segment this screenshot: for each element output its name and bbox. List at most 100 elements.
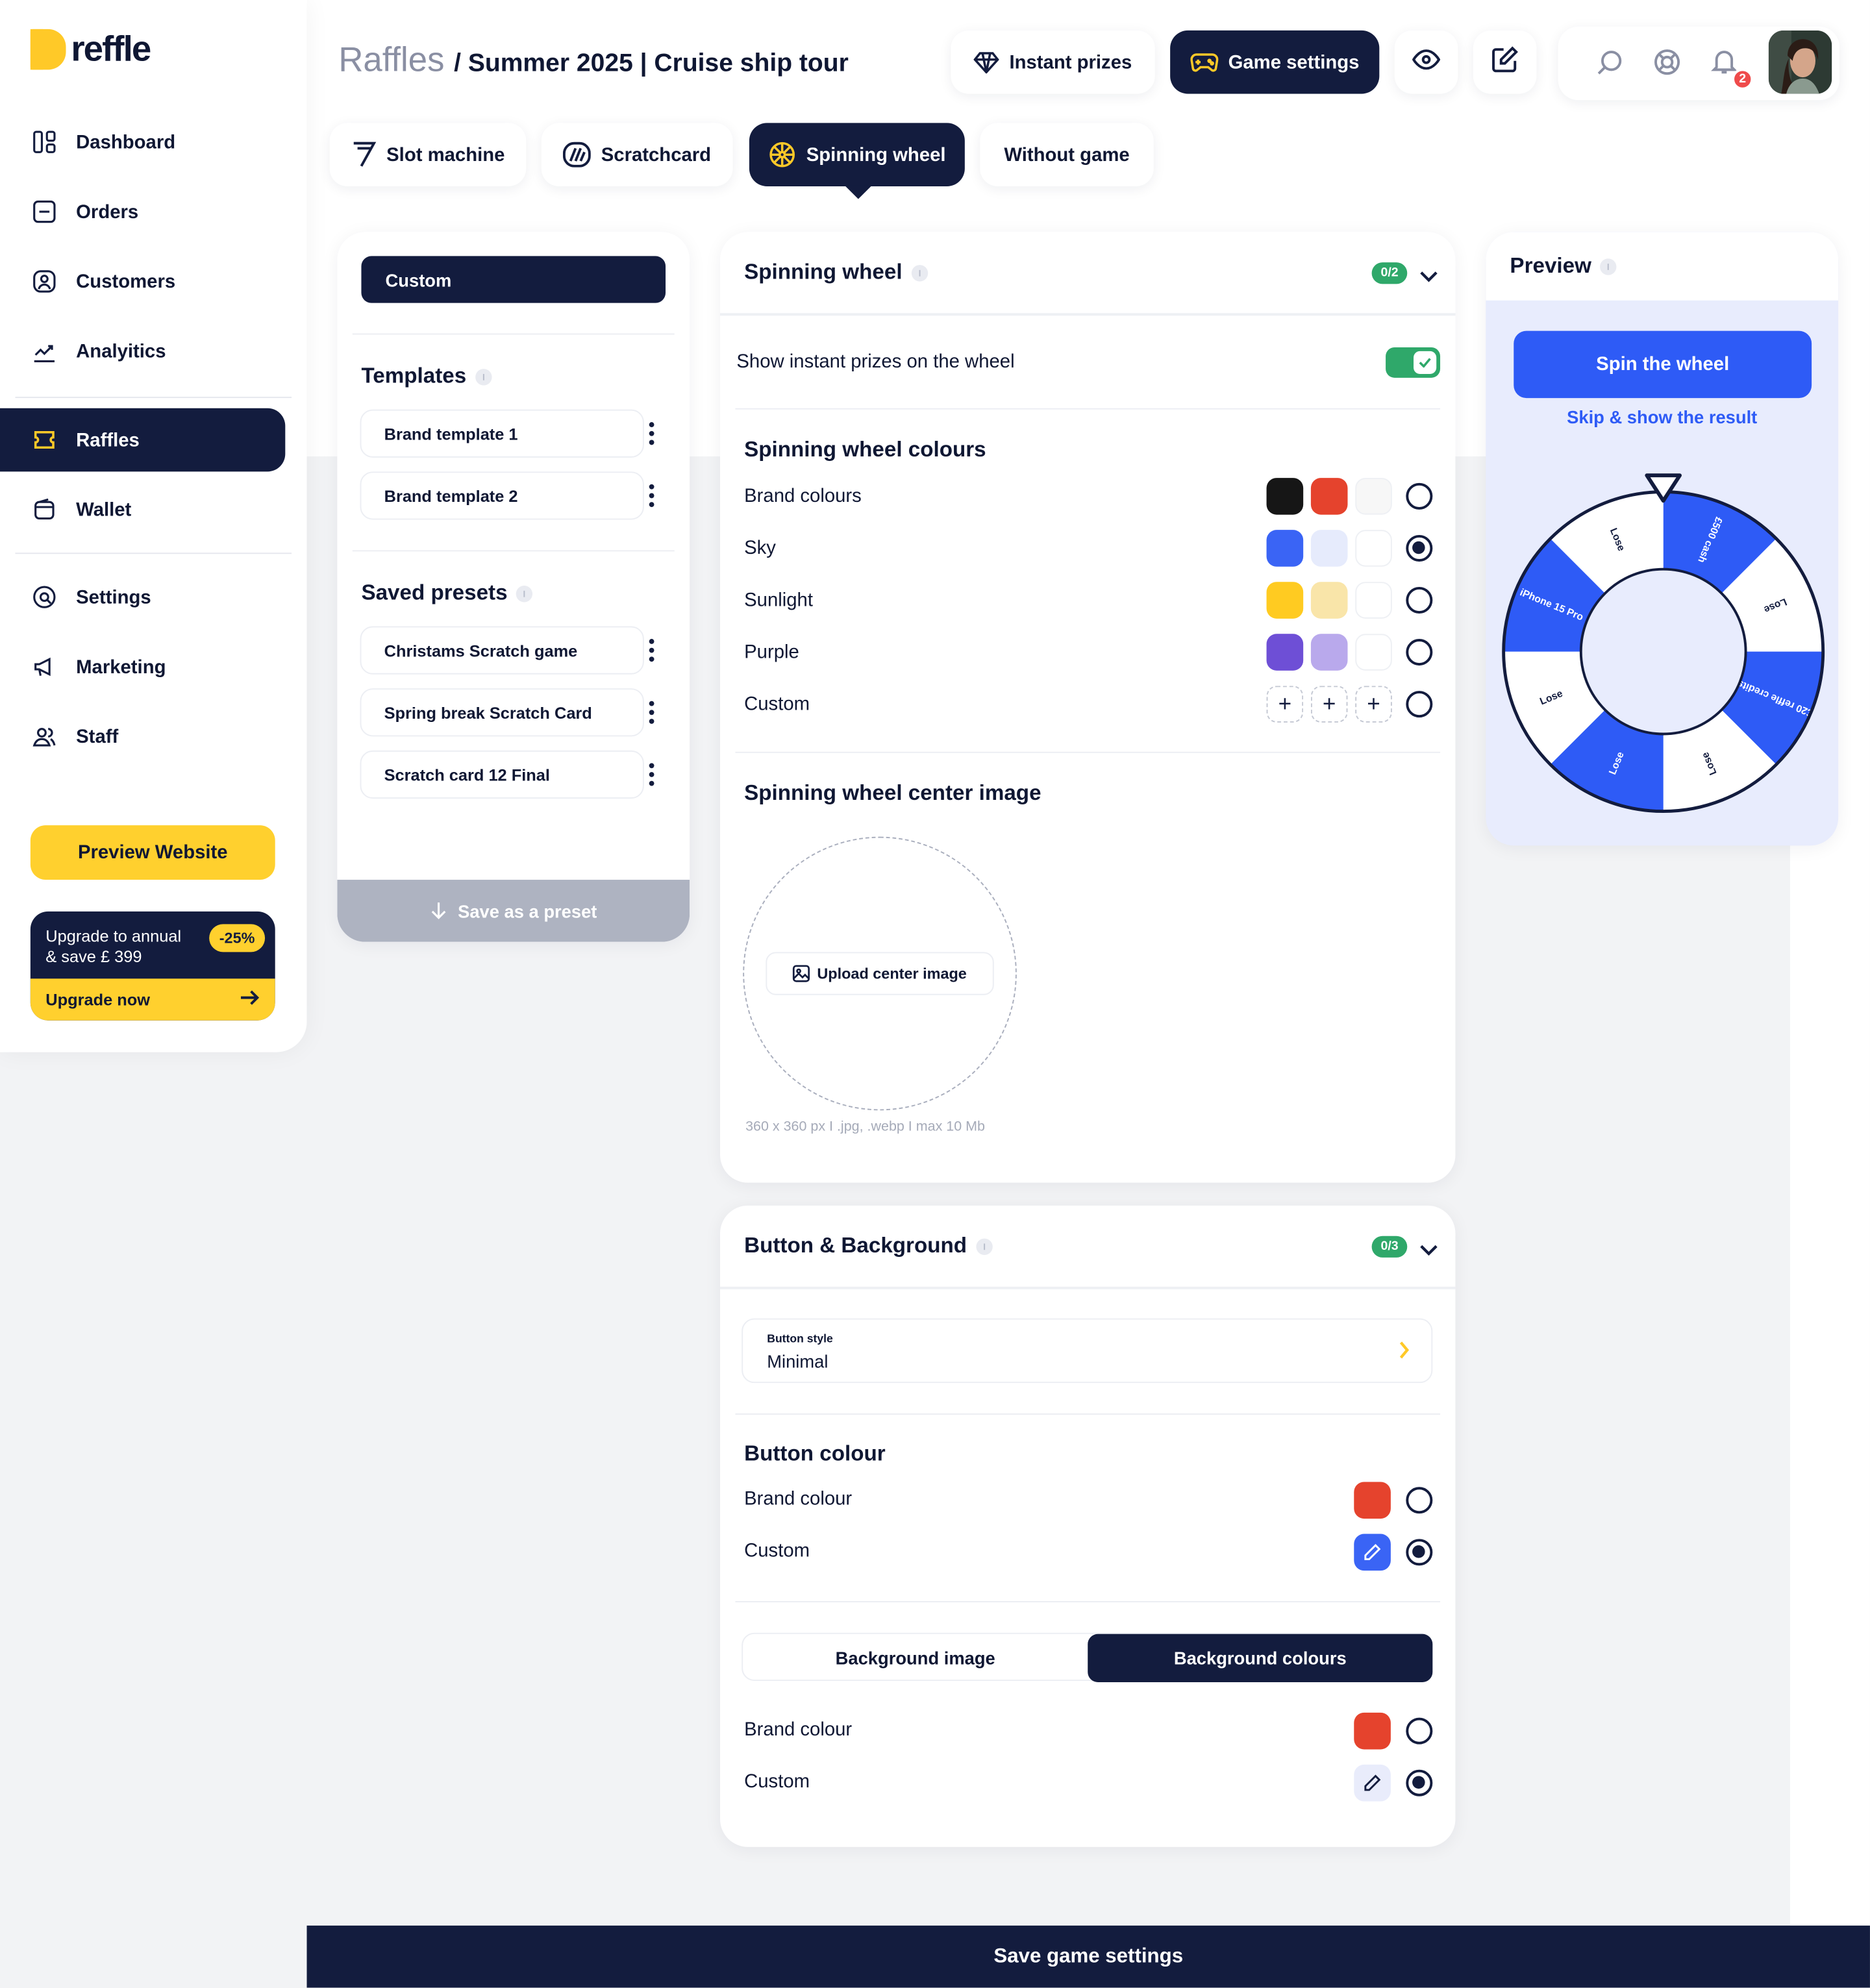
custom-preset-button[interactable]: Custom xyxy=(361,256,666,303)
color-swatch[interactable] xyxy=(1266,530,1304,567)
color-swatch[interactable] xyxy=(1266,634,1304,671)
breadcrumb: Raffles / Summer 2025 | Cruise ship tour xyxy=(338,40,849,80)
saved-presets-title: Saved presets xyxy=(361,580,533,606)
sidebar-item-staff[interactable]: Staff xyxy=(0,705,307,769)
palette-radio[interactable] xyxy=(1406,587,1433,614)
upgrade-now-button[interactable]: Upgrade now xyxy=(30,978,275,1021)
breadcrumb-root[interactable]: Raffles xyxy=(338,40,444,79)
button-background-header[interactable]: Button & Background 0/3 xyxy=(720,1206,1456,1289)
color-swatch[interactable] xyxy=(1266,582,1304,619)
button-custom-colour-radio[interactable] xyxy=(1406,1539,1433,1566)
tab-without-game[interactable]: Without game xyxy=(980,123,1154,187)
card-title: Button & Background xyxy=(744,1233,967,1258)
game-settings-button[interactable]: Game settings xyxy=(1170,30,1380,94)
palette-radio[interactable] xyxy=(1406,639,1433,666)
analytics-icon xyxy=(31,337,58,365)
sidebar-item-analytics[interactable]: Analyitics xyxy=(0,319,307,383)
button-brand-colour-radio[interactable] xyxy=(1406,1487,1433,1514)
color-swatch[interactable] xyxy=(1355,478,1392,515)
sidebar-item-dashboard[interactable]: Dashboard xyxy=(0,110,307,174)
spinning-wheel-preview[interactable]: £500 cashLose£20 reffle creditsLoseLoseL… xyxy=(1501,470,1826,819)
gamepad-icon xyxy=(1190,51,1218,73)
preview-eye-button[interactable] xyxy=(1394,30,1458,94)
info-icon[interactable] xyxy=(475,368,492,385)
spinning-wheel-header[interactable]: Spinning wheel 0/2 xyxy=(720,232,1456,316)
instant-prizes-button[interactable]: Instant prizes xyxy=(951,30,1155,94)
more-vertical-icon[interactable] xyxy=(648,484,656,507)
color-swatch[interactable] xyxy=(1355,582,1392,619)
tab-slot-machine[interactable]: Slot machine xyxy=(329,123,527,187)
plus-icon[interactable]: + xyxy=(1310,686,1348,723)
info-icon[interactable] xyxy=(911,264,928,281)
template-item[interactable]: Brand template 1 xyxy=(360,409,644,458)
plus-icon[interactable]: + xyxy=(1266,686,1304,723)
plus-icon[interactable]: + xyxy=(1355,686,1392,723)
pencil-icon[interactable] xyxy=(1354,1764,1391,1802)
bg-custom-colour-label: Custom xyxy=(744,1771,810,1793)
chevron-down-icon[interactable] xyxy=(1420,1237,1438,1263)
palette-radio[interactable] xyxy=(1406,482,1433,510)
color-swatch[interactable] xyxy=(1354,1712,1391,1750)
button-style-select[interactable]: Button style Minimal xyxy=(742,1318,1433,1384)
help-icon[interactable] xyxy=(1653,48,1681,82)
dashboard-icon xyxy=(31,128,58,156)
upgrade-card: Upgrade to annual & save £ 399 -25% Upgr… xyxy=(30,911,275,1021)
sidebar-item-customers[interactable]: Customers xyxy=(0,250,307,314)
info-icon[interactable] xyxy=(1600,258,1617,275)
tab-spinning-wheel[interactable]: Spinning wheel xyxy=(749,123,965,187)
eye-icon xyxy=(1412,49,1441,75)
card-title: Spinning wheel xyxy=(744,260,903,284)
spin-the-wheel-button[interactable]: Spin the wheel xyxy=(1514,330,1812,399)
sidebar-item-settings[interactable]: Settings xyxy=(0,565,307,629)
sidebar-item-marketing[interactable]: Marketing xyxy=(0,635,307,699)
chevron-down-icon[interactable] xyxy=(1420,264,1438,289)
sidebar-item-label: Analyitics xyxy=(76,340,166,362)
save-game-settings-button[interactable]: Save game settings xyxy=(306,1925,1870,1988)
skip-result-link[interactable]: Skip & show the result xyxy=(1486,407,1838,427)
upgrade-text: Upgrade to annual & save £ 399 xyxy=(45,926,181,967)
more-vertical-icon[interactable] xyxy=(648,763,656,786)
search-icon[interactable] xyxy=(1596,48,1624,82)
saved-preset-item[interactable]: Scratch card 12 Final xyxy=(360,750,644,799)
sidebar-item-raffles[interactable]: Raffles xyxy=(0,408,286,472)
more-vertical-icon[interactable] xyxy=(648,701,656,724)
sidebar-item-wallet[interactable]: Wallet xyxy=(0,478,307,541)
more-vertical-icon[interactable] xyxy=(648,422,656,445)
color-swatch[interactable] xyxy=(1310,634,1348,671)
saved-preset-item[interactable]: Spring break Scratch Card xyxy=(360,688,644,737)
color-swatch[interactable] xyxy=(1355,634,1392,671)
brand-logo[interactable]: reffle xyxy=(30,29,151,70)
sidebar-item-orders[interactable]: Orders xyxy=(0,180,307,243)
settings-icon xyxy=(31,583,58,611)
info-icon[interactable] xyxy=(516,585,533,602)
info-icon[interactable] xyxy=(975,1237,993,1254)
avatar[interactable] xyxy=(1768,30,1832,94)
tab-scratchcard[interactable]: Scratchcard xyxy=(541,123,733,187)
bg-brand-colour-radio[interactable] xyxy=(1406,1717,1433,1745)
preview-website-button[interactable]: Preview Website xyxy=(30,825,275,880)
color-swatch[interactable] xyxy=(1310,582,1348,619)
preset-label: Christams Scratch game xyxy=(384,640,578,660)
button-style-value: Minimal xyxy=(767,1351,829,1372)
pencil-icon[interactable] xyxy=(1354,1534,1391,1571)
sidebar-item-label: Customers xyxy=(76,270,176,293)
upload-center-image-button[interactable]: Upload center image xyxy=(766,952,994,995)
background-colours-tab[interactable]: Background colours xyxy=(1088,1634,1433,1682)
background-mode-toggle: Background image Background colours xyxy=(742,1632,1433,1682)
bg-custom-colour-radio[interactable] xyxy=(1406,1769,1433,1796)
color-swatch[interactable] xyxy=(1266,478,1304,515)
palette-radio[interactable] xyxy=(1406,534,1433,562)
edit-button[interactable] xyxy=(1473,30,1537,94)
more-vertical-icon[interactable] xyxy=(648,639,656,662)
save-as-preset-button[interactable]: Save as a preset xyxy=(337,880,690,942)
color-swatch[interactable] xyxy=(1355,530,1392,567)
show-prizes-toggle[interactable] xyxy=(1386,347,1441,378)
color-swatch[interactable] xyxy=(1354,1482,1391,1519)
palette-radio[interactable] xyxy=(1406,691,1433,718)
saved-preset-item[interactable]: Christams Scratch game xyxy=(360,626,644,675)
background-image-tab[interactable]: Background image xyxy=(743,1634,1088,1682)
color-swatch[interactable] xyxy=(1310,478,1348,515)
template-item[interactable]: Brand template 2 xyxy=(360,471,644,520)
color-swatch[interactable] xyxy=(1310,530,1348,567)
upload-label: Upload center image xyxy=(817,964,967,983)
